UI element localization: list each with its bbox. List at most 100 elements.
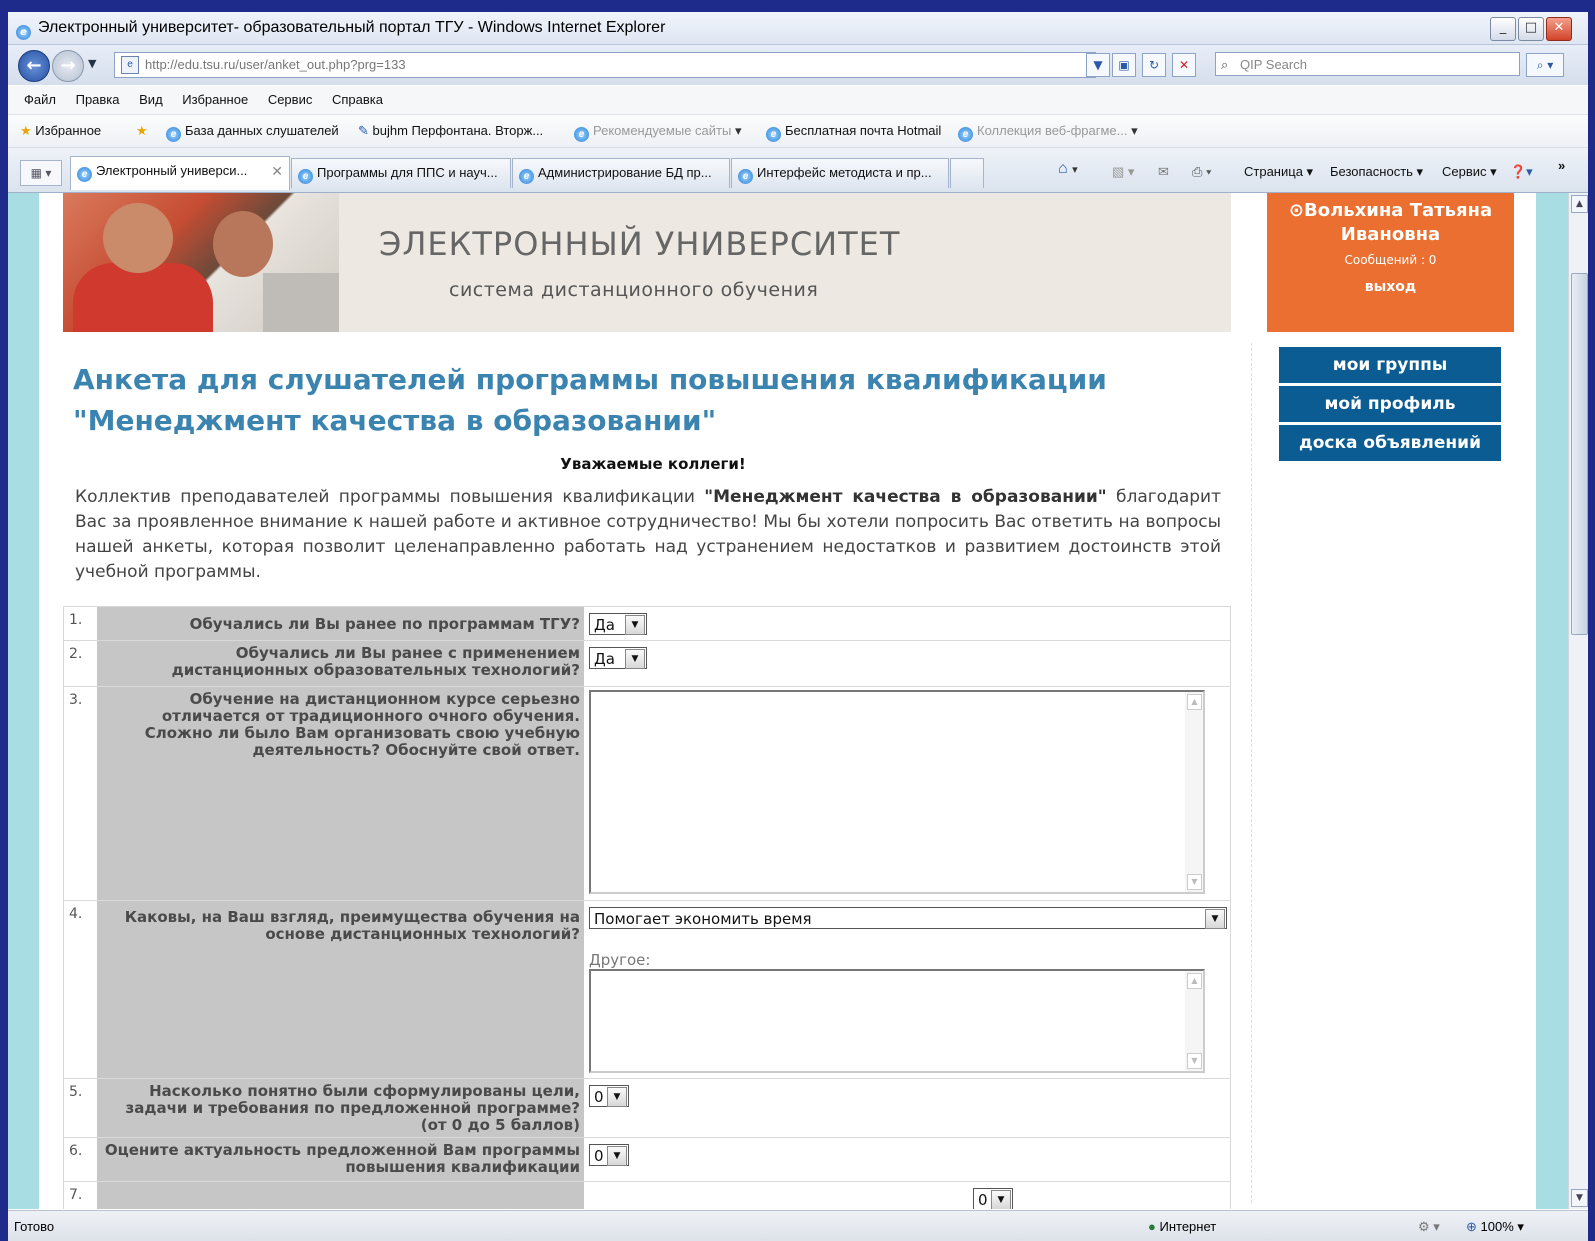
fav-item-hotmail[interactable]: e Бесплатная почта Hotmail bbox=[766, 123, 941, 142]
mail-icon[interactable]: ✉ bbox=[1158, 164, 1169, 180]
refresh-button[interactable]: ↻ bbox=[1142, 53, 1166, 77]
scroll-down-icon[interactable]: ▼ bbox=[1187, 874, 1202, 890]
other-textarea[interactable]: ▲ ▼ bbox=[589, 969, 1205, 1073]
protected-mode-icon[interactable]: ⚙ ▾ bbox=[1418, 1219, 1440, 1235]
select-value: Помогает экономить время bbox=[594, 910, 812, 928]
page-menu[interactable]: Страница ▾ bbox=[1244, 164, 1313, 180]
answer-select-6[interactable]: 0 ▼ bbox=[589, 1144, 629, 1166]
question-number: 4. bbox=[69, 906, 83, 922]
home-icon[interactable]: ⌂ ▾ bbox=[1058, 160, 1078, 178]
security-zone: ● Интернет bbox=[1148, 1219, 1216, 1234]
add-favorite-icon[interactable]: ★ bbox=[136, 123, 148, 139]
question-number: 7. bbox=[69, 1187, 83, 1203]
answer-select-5[interactable]: 0 ▼ bbox=[589, 1085, 629, 1107]
feeds-icon[interactable]: ▧ ▾ bbox=[1112, 164, 1134, 180]
stop-button[interactable]: ✕ bbox=[1172, 53, 1196, 77]
scroll-up-icon[interactable]: ▲ bbox=[1187, 694, 1202, 710]
scroll-thumb[interactable] bbox=[1571, 273, 1588, 635]
minimize-button[interactable]: _ bbox=[1490, 17, 1516, 41]
status-bar: Готово ● Интернет ⚙ ▾ ⊕ 100% ▾ bbox=[8, 1210, 1588, 1241]
history-dropdown-icon[interactable]: ▼ bbox=[88, 57, 96, 70]
ie-icon: e bbox=[738, 169, 753, 184]
forward-button[interactable]: → bbox=[52, 50, 84, 82]
chevron-down-icon: ▼ bbox=[625, 649, 645, 669]
page-viewport: ЭЛЕКТРОННЫЙ УНИВЕРСИТЕТ система дистанци… bbox=[8, 193, 1568, 1209]
menu-favorites[interactable]: Избранное bbox=[182, 86, 248, 114]
nav-bulletin-board[interactable]: доска объявлений bbox=[1279, 425, 1501, 461]
menu-edit[interactable]: Правка bbox=[76, 86, 120, 114]
answer-select-1[interactable]: Да ▼ bbox=[589, 613, 647, 635]
question-label: Обучались ли Вы ранее по программам ТГУ? bbox=[97, 607, 584, 641]
intro-part-1: Коллектив преподавателей программы повыш… bbox=[75, 487, 705, 507]
tools-menu[interactable]: Сервис ▾ bbox=[1442, 164, 1497, 180]
question-number: 1. bbox=[69, 612, 83, 628]
help-icon[interactable]: ❓▾ bbox=[1510, 164, 1533, 180]
menu-view[interactable]: Вид bbox=[139, 86, 163, 114]
scroll-up-icon[interactable]: ▲ bbox=[1571, 195, 1588, 213]
select-value: Да bbox=[594, 616, 615, 634]
answer-select-2[interactable]: Да ▼ bbox=[589, 647, 647, 669]
close-tab-icon[interactable]: ✕ bbox=[271, 157, 283, 185]
logout-link[interactable]: выход bbox=[1267, 279, 1514, 295]
page-title: Анкета для слушателей программы повышени… bbox=[73, 363, 1107, 437]
more-chevron-icon[interactable]: » bbox=[1558, 158, 1565, 173]
ie-icon: e bbox=[298, 169, 313, 184]
ie-logo-icon: e bbox=[16, 18, 35, 40]
fav-item-listeners-db[interactable]: e База данных слушателей bbox=[166, 123, 339, 142]
page-scrollbar[interactable]: ▲ ▼ bbox=[1568, 193, 1588, 1209]
close-button[interactable]: ✕ bbox=[1546, 17, 1572, 41]
nav-my-groups[interactable]: мои группы bbox=[1279, 347, 1501, 383]
chevron-down-icon: ▼ bbox=[625, 615, 645, 635]
scroll-up-icon[interactable]: ▲ bbox=[1187, 973, 1202, 989]
back-button[interactable]: ← bbox=[18, 50, 50, 82]
tab-electronic-university[interactable]: e Электронный универси... ✕ bbox=[70, 156, 290, 190]
question-label: Обучались ли Вы ранее с применением дист… bbox=[97, 641, 584, 687]
tab-methodist-interface[interactable]: e Интерфейс методиста и пр... bbox=[731, 158, 949, 188]
search-go-button[interactable]: ⌕ ▾ bbox=[1526, 53, 1564, 77]
question-row-7: 7. 0 ▼ bbox=[63, 1181, 1231, 1209]
menu-file[interactable]: Файл bbox=[24, 86, 56, 114]
tab-db-admin[interactable]: e Администрирование БД пр... bbox=[512, 158, 730, 188]
fav-item-label: Коллекция веб-фрагме... bbox=[977, 123, 1128, 138]
textarea-scrollbar[interactable]: ▲ ▼ bbox=[1185, 692, 1203, 892]
textarea-scrollbar[interactable]: ▲ ▼ bbox=[1185, 971, 1203, 1071]
advantages-select[interactable]: Помогает экономить время ▼ bbox=[589, 907, 1227, 929]
browser-window: e Электронный университет- образовательн… bbox=[8, 12, 1588, 1241]
compat-view-button[interactable]: ▣ bbox=[1112, 53, 1136, 77]
messages-count[interactable]: Сообщений : 0 bbox=[1267, 253, 1514, 267]
favorites-bar: ★ Избранное ★ e База данных слушателей ✎ … bbox=[8, 115, 1588, 148]
new-tab-button[interactable] bbox=[950, 158, 984, 188]
user-name: ⊙Вольхина Татьяна Ивановна bbox=[1267, 199, 1514, 247]
tools-menu-label: Сервис bbox=[1442, 164, 1487, 179]
search-input[interactable]: ⌕ QIP Search bbox=[1215, 52, 1520, 76]
quick-tabs-button[interactable]: ▦ ▾ bbox=[20, 160, 62, 186]
menu-tools[interactable]: Сервис bbox=[268, 86, 313, 114]
zoom-control[interactable]: ⊕ 100% ▾ bbox=[1466, 1219, 1524, 1235]
question-label: Насколько понятно были сформулированы це… bbox=[97, 1079, 584, 1138]
fav-item-perfontana[interactable]: ✎ bujhm Перфонтана. Вторж... bbox=[358, 123, 543, 139]
maximize-button[interactable]: □ bbox=[1518, 17, 1544, 41]
fav-item-webslices[interactable]: e Коллекция веб-фрагме... ▾ bbox=[958, 123, 1138, 142]
page-icon: e bbox=[121, 56, 139, 74]
intro-text: Коллектив преподавателей программы повыш… bbox=[75, 485, 1221, 585]
safety-menu[interactable]: Безопасность ▾ bbox=[1330, 164, 1423, 180]
question-number: 5. bbox=[69, 1084, 83, 1100]
favorites-button[interactable]: ★ Избранное bbox=[20, 123, 101, 139]
site-title: ЭЛЕКТРОННЫЙ УНИВЕРСИТЕТ bbox=[379, 225, 901, 263]
status-text: Готово bbox=[14, 1219, 55, 1234]
scroll-down-icon[interactable]: ▼ bbox=[1571, 1189, 1588, 1207]
menu-help[interactable]: Справка bbox=[332, 86, 383, 114]
address-input[interactable]: e http://edu.tsu.ru/user/anket_out.php?pr… bbox=[114, 52, 1096, 78]
tab-programs[interactable]: e Программы для ППС и науч... bbox=[291, 158, 511, 188]
scroll-down-icon[interactable]: ▼ bbox=[1187, 1053, 1202, 1069]
answer-select-7[interactable]: 0 ▼ bbox=[973, 1188, 1013, 1209]
question-label: Оцените актуальность предложенной Вам пр… bbox=[97, 1138, 584, 1182]
site-subtitle: система дистанционного обучения bbox=[449, 279, 819, 301]
address-dropdown-button[interactable]: ▼ bbox=[1086, 53, 1110, 77]
address-url: http://edu.tsu.ru/user/anket_out.php?prg… bbox=[145, 57, 406, 72]
chevron-down-icon: ▼ bbox=[991, 1190, 1011, 1209]
nav-my-profile[interactable]: мой профиль bbox=[1279, 386, 1501, 422]
answer-textarea-3[interactable]: ▲ ▼ bbox=[589, 690, 1205, 894]
print-icon[interactable]: ⎙ ▾ bbox=[1192, 164, 1211, 180]
fav-item-suggested[interactable]: e Рекомендуемые сайты ▾ bbox=[574, 123, 741, 142]
